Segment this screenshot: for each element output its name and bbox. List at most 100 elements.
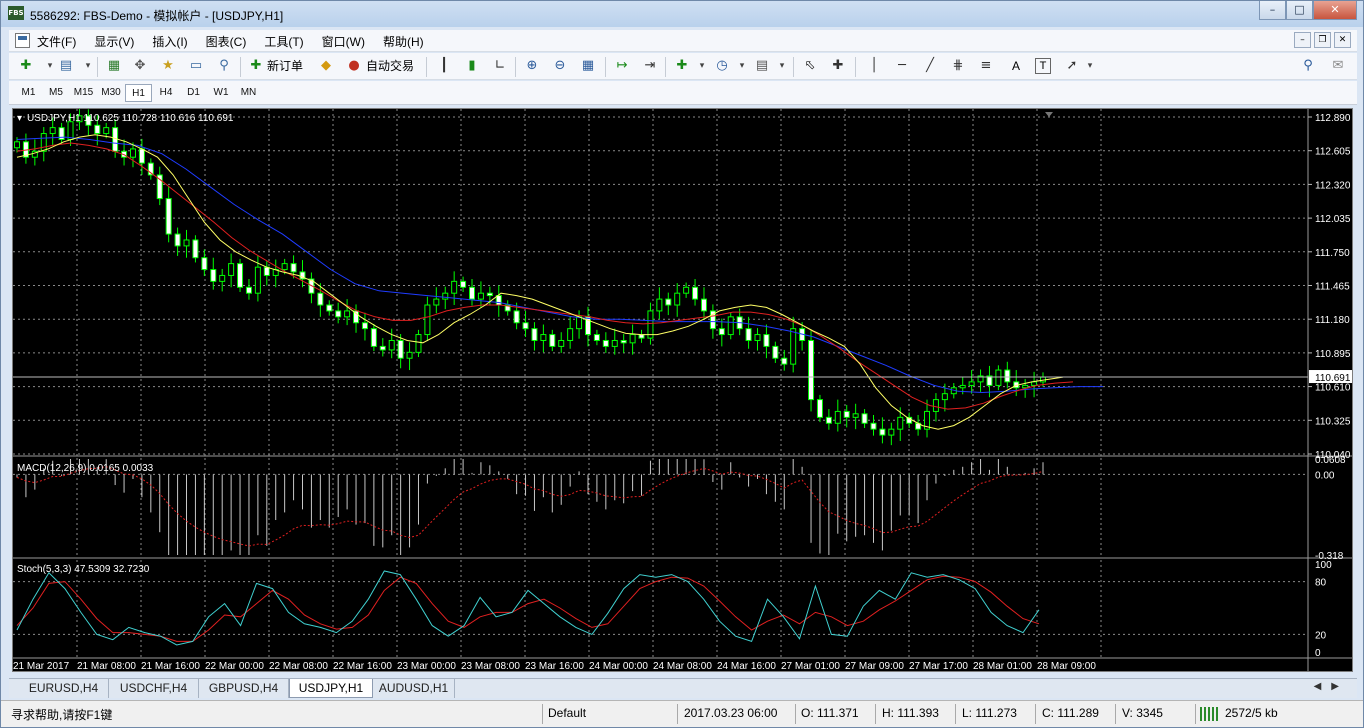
menu-bar: 文件(F) 显示(V) 插入(I) 图表(C) 工具(T) 窗口(W) 帮助(H) – ❐ … bbox=[9, 30, 1357, 52]
candlestick-icon[interactable]: ▮ bbox=[463, 57, 481, 75]
menu-item[interactable]: 帮助(H) bbox=[383, 33, 424, 50]
tab-scroll-arrows-icon[interactable]: ◀▶ bbox=[1314, 681, 1349, 692]
horizontal-line-icon[interactable]: ─ bbox=[893, 57, 911, 75]
close-icon[interactable]: ✕ bbox=[1313, 1, 1357, 20]
timeframe-button-w1[interactable]: W1 bbox=[208, 84, 235, 102]
price-tick-label: 112.320 bbox=[1315, 180, 1351, 191]
search-icon[interactable]: ⚲ bbox=[1299, 57, 1317, 75]
time-tick-label: 23 Mar 00:00 bbox=[397, 661, 456, 671]
metaeditor-icon[interactable]: ◆ bbox=[317, 57, 335, 75]
candle-body bbox=[781, 357, 788, 365]
auto-scroll-icon[interactable]: ↦ bbox=[613, 57, 631, 75]
macd-signal-line bbox=[16, 466, 1044, 547]
auto-trading-icon[interactable]: ● bbox=[345, 57, 363, 75]
timeframe-button-h1[interactable]: H1 bbox=[125, 84, 152, 102]
chart-restore-icon[interactable]: ❐ bbox=[1314, 32, 1331, 48]
candle-body bbox=[834, 410, 841, 424]
dropdown-arrow-icon[interactable]: ▾ bbox=[79, 57, 97, 75]
text-tool-button[interactable]: A bbox=[1009, 56, 1023, 76]
new-order-button[interactable]: 新订单 bbox=[267, 56, 303, 76]
dropdown-arrow-icon[interactable]: ▾ bbox=[733, 57, 751, 75]
title-bar[interactable]: FBS 5586292: FBS-Demo - 模拟帐户 - [USDJPY,H… bbox=[1, 1, 1363, 27]
stoch-signal-line bbox=[16, 575, 1040, 642]
candle-body bbox=[674, 292, 681, 306]
connection-icon bbox=[1200, 707, 1220, 721]
timeframe-button-m30[interactable]: M30 bbox=[98, 84, 125, 102]
chart-shift-icon[interactable]: ⇥ bbox=[641, 57, 659, 75]
bar-chart-icon[interactable]: ┃ bbox=[435, 57, 453, 75]
price-tick-label: 110.610 bbox=[1315, 383, 1351, 394]
candle-body bbox=[861, 413, 868, 424]
chart-canvas[interactable]: 21 Mar 2017 21 Mar 08:00 21 Mar 16:00 22 Ma… bbox=[13, 109, 1352, 671]
chart-area[interactable]: 21 Mar 2017 21 Mar 08:00 21 Mar 16:00 22 Ma… bbox=[12, 108, 1353, 672]
zoom-in-icon[interactable]: ⊕ bbox=[523, 57, 541, 75]
time-tick-label: 22 Mar 16:00 bbox=[333, 661, 392, 671]
chart-minimize-icon[interactable]: – bbox=[1294, 32, 1311, 48]
candle-body bbox=[361, 322, 368, 330]
candle-body bbox=[138, 148, 145, 164]
dropdown-arrow-icon[interactable]: ▾ bbox=[773, 57, 791, 75]
menu-item[interactable]: 显示(V) bbox=[94, 33, 134, 50]
menu-item[interactable]: 插入(I) bbox=[152, 33, 187, 50]
profiles-icon[interactable]: ▤ bbox=[57, 57, 75, 75]
candle-body bbox=[237, 263, 244, 288]
candle-body bbox=[335, 310, 342, 318]
chart-tab[interactable]: USDJPY,H1 bbox=[289, 679, 373, 698]
status-volume: V: 3345 bbox=[1122, 706, 1163, 720]
cursor-icon[interactable]: ⬁ bbox=[801, 57, 819, 75]
menu-item[interactable]: 工具(T) bbox=[264, 33, 303, 50]
menu-item[interactable]: 窗口(W) bbox=[322, 33, 365, 50]
chart-close-icon[interactable]: ✕ bbox=[1334, 32, 1351, 48]
dropdown-arrow-icon[interactable]: ▾ bbox=[693, 57, 711, 75]
navigator-icon[interactable]: ✥ bbox=[131, 57, 149, 75]
timeframe-button-m15[interactable]: M15 bbox=[70, 84, 97, 102]
menu-item[interactable]: 文件(F) bbox=[37, 33, 76, 50]
new-chart-icon[interactable]: ✚ bbox=[17, 57, 35, 75]
fibonacci-icon[interactable]: ≡ bbox=[977, 57, 995, 75]
candle-body bbox=[816, 399, 823, 418]
terminal-icon[interactable]: ▭ bbox=[187, 57, 205, 75]
candle-body bbox=[531, 328, 538, 341]
menu-item[interactable]: 图表(C) bbox=[206, 33, 247, 50]
timeframe-button-mn[interactable]: MN bbox=[235, 84, 262, 102]
strategy-tester-icon[interactable]: ⚲ bbox=[215, 57, 233, 75]
templates-icon[interactable]: ▤ bbox=[753, 57, 771, 75]
new-order-icon[interactable]: ✚ bbox=[247, 57, 265, 75]
candle-body bbox=[683, 286, 690, 294]
minimize-icon[interactable]: – bbox=[1259, 1, 1286, 20]
dropdown-arrow-icon[interactable]: ▾ bbox=[1081, 57, 1099, 75]
status-profile: Default bbox=[548, 706, 587, 720]
vertical-line-icon[interactable]: │ bbox=[865, 57, 883, 75]
chart-tab[interactable]: AUDUSD,H1 bbox=[373, 679, 455, 698]
timeframe-button-m5[interactable]: M5 bbox=[43, 84, 70, 102]
chart-tab[interactable]: EURUSD,H4 bbox=[19, 679, 109, 698]
data-window-icon[interactable]: ★ bbox=[159, 57, 177, 75]
candle-body bbox=[415, 334, 422, 353]
trendline-icon[interactable]: ╱ bbox=[921, 57, 939, 75]
equidistant-channel-icon[interactable]: ⋕ bbox=[949, 57, 967, 75]
candle-body bbox=[790, 328, 797, 365]
timeframe-button-m1[interactable]: M1 bbox=[15, 84, 42, 102]
timeframe-button-h4[interactable]: H4 bbox=[153, 84, 180, 102]
maximize-icon[interactable]: □ bbox=[1286, 1, 1313, 20]
chart-tab[interactable]: GBPUSD,H4 bbox=[199, 679, 289, 698]
indicators-icon[interactable]: ✚ bbox=[673, 57, 691, 75]
line-chart-icon[interactable]: ∟ bbox=[491, 57, 509, 75]
candle-body bbox=[281, 263, 288, 271]
candle-body bbox=[495, 295, 502, 306]
periods-clock-icon[interactable]: ◷ bbox=[713, 57, 731, 75]
arrows-tool-icon[interactable]: ➚ bbox=[1063, 57, 1081, 75]
timeframe-button-d1[interactable]: D1 bbox=[180, 84, 207, 102]
candle-body bbox=[14, 141, 20, 149]
chart-window-icon[interactable] bbox=[15, 33, 30, 48]
crosshair-icon[interactable]: ✚ bbox=[829, 57, 847, 75]
chart-tab[interactable]: USDCHF,H4 bbox=[109, 679, 199, 698]
chat-icon[interactable]: ✉ bbox=[1329, 57, 1347, 75]
text-label-tool-button[interactable]: T bbox=[1035, 58, 1051, 74]
auto-trading-button[interactable]: 自动交易 bbox=[366, 56, 414, 76]
price-tick-label: 111.465 bbox=[1315, 282, 1350, 293]
market-watch-icon[interactable]: ▦ bbox=[105, 57, 123, 75]
tile-windows-icon[interactable]: ▦ bbox=[579, 57, 597, 75]
zoom-out-icon[interactable]: ⊖ bbox=[551, 57, 569, 75]
moving-average-slow bbox=[16, 136, 1103, 394]
